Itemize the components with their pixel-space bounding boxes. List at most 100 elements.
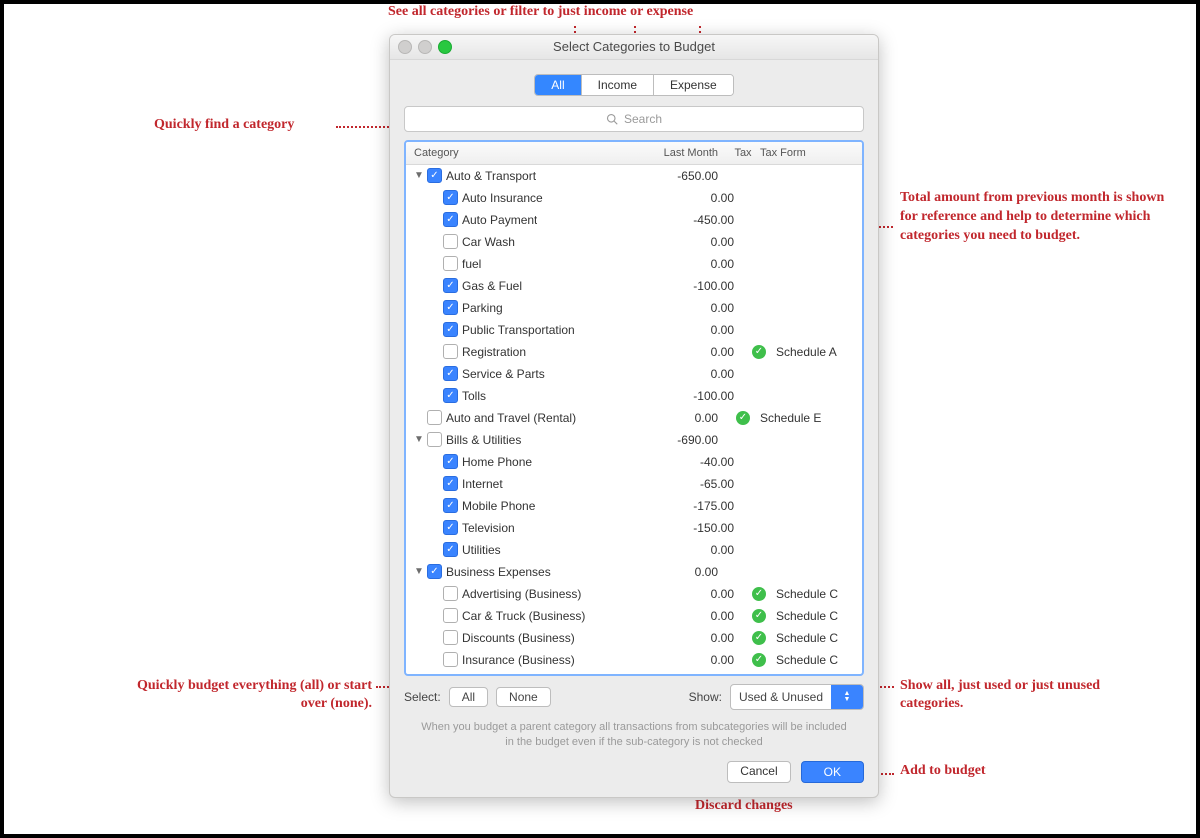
cancel-button[interactable]: Cancel — [727, 761, 790, 783]
table-row[interactable]: Discounts (Business)0.00Schedule C — [406, 627, 862, 649]
minimize-icon[interactable] — [418, 40, 432, 54]
table-row[interactable]: Service & Parts0.00 — [406, 363, 862, 385]
table-row[interactable]: Auto Payment-450.00 — [406, 209, 862, 231]
table-row[interactable]: Television-150.00 — [406, 517, 862, 539]
category-label: Car Wash — [462, 235, 515, 249]
category-label: Bills & Utilities — [446, 433, 521, 447]
last-month-value: -40.00 — [648, 455, 742, 469]
category-checkbox[interactable] — [443, 322, 458, 337]
search-input[interactable]: Search — [404, 106, 864, 132]
category-label: Public Transportation — [462, 323, 575, 337]
category-label: Tolls — [462, 389, 486, 403]
table-row[interactable]: Insurance (Business)0.00Schedule C — [406, 649, 862, 671]
category-checkbox[interactable] — [427, 564, 442, 579]
show-popup[interactable]: Used & Unused ▲▼ — [730, 684, 864, 710]
callout-filter: See all categories or filter to just inc… — [388, 4, 693, 20]
category-checkbox[interactable] — [443, 300, 458, 315]
callout-show: Show all, just used or just unused categ… — [900, 677, 1120, 713]
category-checkbox[interactable] — [443, 476, 458, 491]
category-checkbox[interactable] — [443, 608, 458, 623]
budget-category-window: Select Categories to Budget AllIncomeExp… — [389, 34, 879, 798]
category-checkbox[interactable] — [427, 168, 442, 183]
disclosure-triangle-icon[interactable]: ▼ — [414, 434, 423, 445]
filter-tab-income[interactable]: Income — [581, 75, 653, 95]
category-label: Auto Insurance — [462, 191, 543, 205]
ok-button[interactable]: OK — [801, 761, 864, 783]
disclosure-triangle-icon[interactable]: ▼ — [414, 566, 423, 577]
callout-search: Quickly find a category — [154, 117, 294, 133]
category-checkbox[interactable] — [443, 586, 458, 601]
last-month-value: 0.00 — [648, 323, 742, 337]
table-row[interactable]: Car & Truck (Business)0.00Schedule C — [406, 605, 862, 627]
col-category[interactable]: Category — [414, 147, 632, 159]
last-month-value: 0.00 — [648, 257, 742, 271]
category-checkbox[interactable] — [427, 410, 442, 425]
table-row[interactable]: ▼Auto & Transport-650.00 — [406, 165, 862, 187]
last-month-value: 0.00 — [648, 587, 742, 601]
select-all-button[interactable]: All — [449, 687, 488, 707]
category-checkbox[interactable] — [443, 256, 458, 271]
last-month-value: 0.00 — [648, 609, 742, 623]
table-row[interactable]: ▼Bills & Utilities-690.00 — [406, 429, 862, 451]
category-label: Discounts (Business) — [462, 631, 575, 645]
category-checkbox[interactable] — [443, 542, 458, 557]
table-row[interactable]: Gas & Fuel-100.00 — [406, 275, 862, 297]
category-checkbox[interactable] — [443, 366, 458, 381]
table-row[interactable]: Advertising (Business)0.00Schedule C — [406, 583, 862, 605]
table-row[interactable]: fuel 0.00 — [406, 253, 862, 275]
category-checkbox[interactable] — [427, 432, 442, 447]
category-checkbox[interactable] — [443, 388, 458, 403]
last-month-value: 0.00 — [648, 301, 742, 315]
category-label: Parking — [462, 301, 503, 315]
table-row[interactable]: Internet-65.00 — [406, 473, 862, 495]
filter-tab-all[interactable]: All — [535, 75, 580, 95]
disclosure-triangle-icon[interactable]: ▼ — [414, 170, 423, 181]
category-checkbox[interactable] — [443, 212, 458, 227]
category-label: Service & Parts — [462, 367, 545, 381]
category-checkbox[interactable] — [443, 278, 458, 293]
category-label: Internet — [462, 477, 503, 491]
tax-form-value: Schedule C — [776, 653, 854, 667]
callout-select: Quickly budget everything (all) or start… — [112, 677, 372, 713]
category-checkbox[interactable] — [443, 344, 458, 359]
callout-cancel: Discard changes — [695, 798, 793, 814]
category-checkbox[interactable] — [443, 630, 458, 645]
select-none-button[interactable]: None — [496, 687, 551, 707]
col-last-month[interactable]: Last Month — [632, 147, 726, 159]
search-placeholder: Search — [624, 112, 662, 126]
category-label: fuel — [462, 257, 481, 271]
callout-ok: Add to budget — [900, 763, 986, 779]
table-row[interactable]: Auto Insurance0.00 — [406, 187, 862, 209]
search-icon — [606, 113, 618, 125]
table-row[interactable]: Public Transportation 0.00 — [406, 319, 862, 341]
table-row[interactable]: Registration0.00Schedule A — [406, 341, 862, 363]
col-tax[interactable]: Tax — [726, 147, 760, 159]
filter-segmented-control: AllIncomeExpense — [390, 74, 878, 96]
col-tax-form[interactable]: Tax Form — [760, 147, 854, 159]
table-row[interactable]: Meals & Entertainment (Busi0.00Schedule … — [406, 671, 862, 674]
table-row[interactable]: Home Phone-40.00 — [406, 451, 862, 473]
tax-form-value: Schedule C — [776, 631, 854, 645]
callout-lastmonth: Total amount from previous month is show… — [900, 188, 1165, 245]
chevron-updown-icon: ▲▼ — [831, 685, 863, 709]
category-checkbox[interactable] — [443, 652, 458, 667]
table-row[interactable]: ▼Business Expenses0.00 — [406, 561, 862, 583]
category-checkbox[interactable] — [443, 454, 458, 469]
category-checkbox[interactable] — [443, 498, 458, 513]
table-row[interactable]: Auto and Travel (Rental)0.00Schedule E — [406, 407, 862, 429]
filter-tab-expense[interactable]: Expense — [653, 75, 733, 95]
table-row[interactable]: Mobile Phone-175.00 — [406, 495, 862, 517]
table-row[interactable]: Utilities0.00 — [406, 539, 862, 561]
category-checkbox[interactable] — [443, 234, 458, 249]
table-row[interactable]: Parking 0.00 — [406, 297, 862, 319]
close-icon[interactable] — [398, 40, 412, 54]
table-row[interactable]: Tolls-100.00 — [406, 385, 862, 407]
category-label: Utilities — [462, 543, 501, 557]
zoom-icon[interactable] — [438, 40, 452, 54]
table-row[interactable]: Car Wash0.00 — [406, 231, 862, 253]
category-checkbox[interactable] — [443, 190, 458, 205]
category-label: Auto Payment — [462, 213, 537, 227]
category-checkbox[interactable] — [443, 520, 458, 535]
tax-check-icon — [752, 609, 766, 623]
last-month-value: -650.00 — [632, 169, 726, 183]
